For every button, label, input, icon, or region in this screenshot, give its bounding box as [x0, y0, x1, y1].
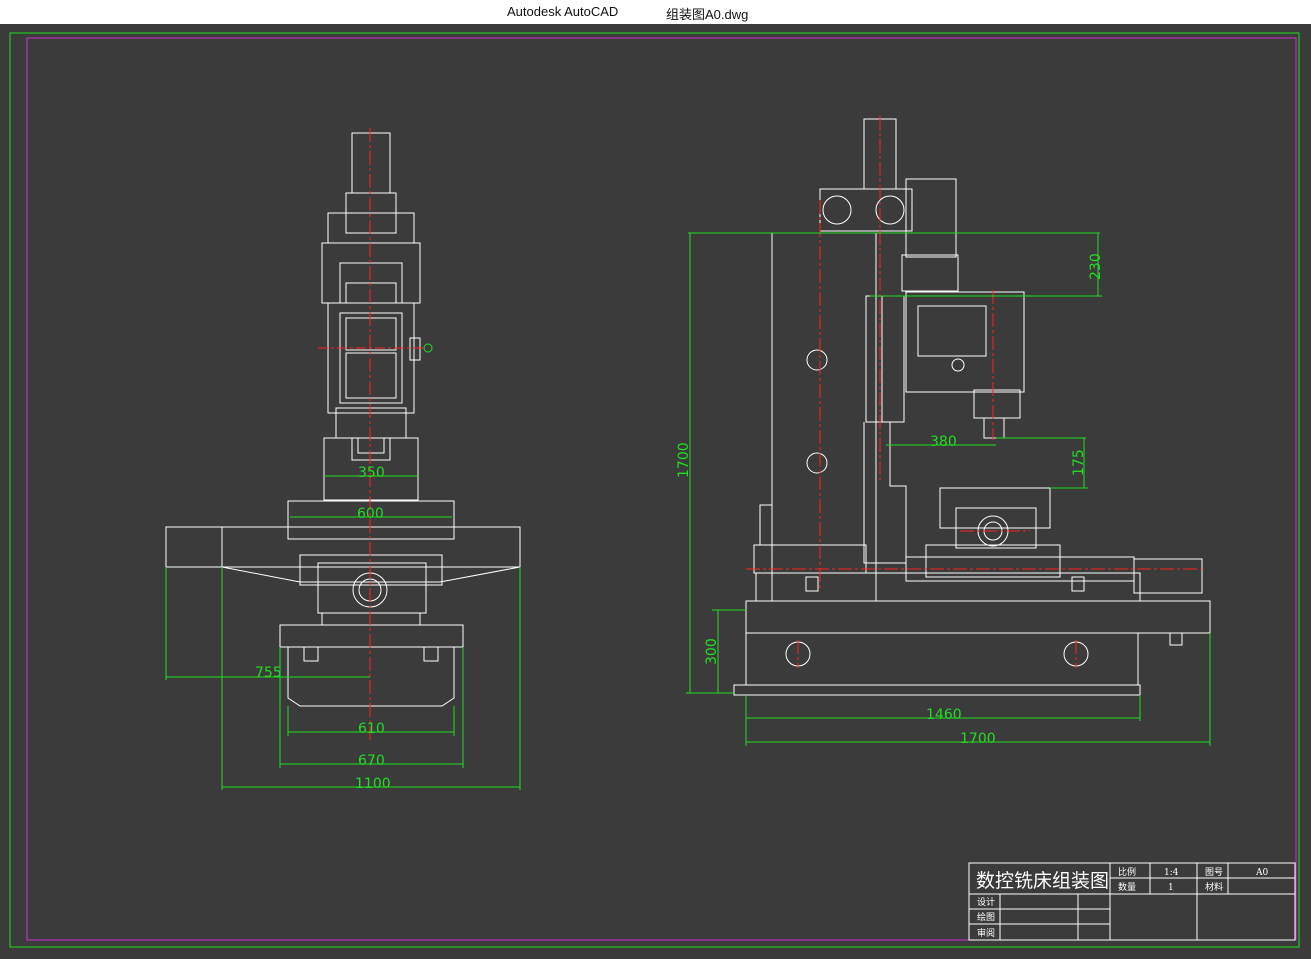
drawing-canvas[interactable]: 350 600 755 610 670 1100 230 380 175 170…: [0, 24, 1311, 955]
drawing-svg[interactable]: 350 600 755 610 670 1100 230 380 175 170…: [0, 24, 1311, 955]
dim-380: 380: [930, 434, 957, 450]
dim-600: 600: [357, 506, 384, 522]
drawing-no-value: A0: [1255, 868, 1268, 878]
quantity-value: 1: [1168, 883, 1174, 893]
dim-670: 670: [358, 753, 385, 769]
title-bar: Autodesk AutoCAD 组装图A0.dwg: [0, 0, 1311, 24]
front-view: [165, 132, 521, 707]
designer-label: 设计: [977, 896, 995, 908]
app-title: Autodesk AutoCAD: [507, 4, 619, 19]
dim-175: 175: [1071, 449, 1087, 476]
inner-frame: [26, 37, 1297, 941]
side-dimensions: [686, 232, 1211, 746]
side-view: [733, 118, 1211, 696]
quantity-label: 数量: [1118, 881, 1136, 893]
scale-value: 1:4: [1164, 868, 1179, 878]
dim-350: 350: [358, 465, 385, 481]
drawing-title: 数控铣床组装图: [976, 870, 1109, 892]
material-label: 材料: [1205, 881, 1223, 893]
drafter-label: 绘图: [977, 911, 995, 923]
dim-300: 300: [704, 638, 720, 665]
dim-1700-horizontal: 1700: [960, 731, 996, 747]
dim-230: 230: [1088, 253, 1104, 280]
dim-1700-vertical: 1700: [676, 442, 692, 478]
scale-label: 比例: [1118, 866, 1136, 878]
dim-610: 610: [358, 721, 385, 737]
file-title: 组装图A0.dwg: [666, 7, 749, 22]
drawing-no-label: 图号: [1205, 867, 1223, 878]
dim-1100: 1100: [355, 776, 391, 792]
outer-frame: [9, 32, 1300, 948]
dim-1460: 1460: [926, 707, 962, 723]
reviewer-label: 审阅: [977, 927, 995, 939]
dim-755: 755: [255, 665, 282, 681]
front-dimensions: [165, 475, 521, 790]
